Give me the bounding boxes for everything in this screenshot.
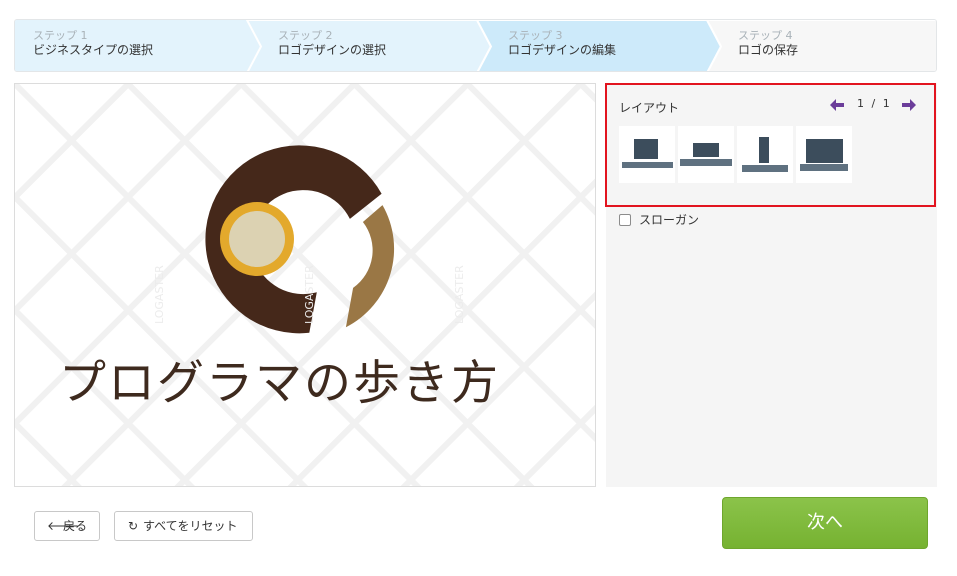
back-label: 戻る [63, 519, 88, 533]
layout-option-2[interactable] [678, 126, 734, 183]
page-total: 1 [882, 97, 890, 110]
step-label: ロゴの保存 [738, 43, 799, 57]
page-separator: / [871, 97, 876, 110]
page-current: 1 [857, 97, 864, 110]
step-number: ステップ 4 [738, 29, 793, 42]
step-label: ロゴデザインの編集 [508, 43, 617, 57]
layout-icon [680, 143, 732, 166]
layout-icon [622, 139, 673, 168]
step-label: ロゴデザインの選択 [278, 43, 387, 57]
watermark-text: LOGASTER [153, 265, 166, 324]
arrow-left-icon[interactable] [830, 99, 844, 111]
next-button[interactable]: 次へ [722, 497, 928, 549]
refresh-icon: ↻ [127, 519, 139, 533]
progress-stepper: ステップ 1 ビジネスタイプの選択 ステップ 2 ロゴデザインの選択 ステップ … [14, 19, 937, 72]
slogan-label: スローガン [639, 213, 700, 227]
layout-icon [800, 139, 848, 171]
logo-preview: LOGASTER LOGASTER LOGASTER プログラマの歩き方 [14, 83, 596, 487]
step-number: ステップ 3 [508, 29, 563, 42]
step-number: ステップ 2 [278, 29, 333, 42]
slogan-option[interactable]: スローガン [619, 211, 699, 228]
reset-label: すべてをリセット [143, 519, 238, 533]
arrow-left-icon: 🡐 [47, 519, 80, 533]
layout-option-3[interactable] [737, 126, 793, 183]
step-number: ステップ 1 [33, 29, 88, 42]
layout-title: レイアウト [619, 101, 680, 115]
slogan-checkbox[interactable] [619, 214, 631, 226]
layout-option-1[interactable] [619, 126, 675, 183]
step-label: ビジネスタイプの選択 [33, 43, 154, 57]
stepper-background [15, 20, 936, 71]
layout-page-indicator: 1 / 1 [857, 97, 890, 110]
watermark-text: LOGASTER [303, 265, 316, 324]
logo-text: プログラマの歩き方 [59, 356, 500, 411]
watermark-text: LOGASTER [453, 265, 466, 324]
layout-icon [742, 137, 788, 172]
reset-all-button[interactable]: ↻ すべてをリセット [114, 511, 253, 541]
logo-canvas: LOGASTER LOGASTER LOGASTER [15, 84, 595, 486]
back-button[interactable]: 🡐戻る [34, 511, 100, 541]
layout-option-4[interactable] [796, 126, 852, 183]
arrow-right-icon[interactable] [902, 99, 916, 111]
